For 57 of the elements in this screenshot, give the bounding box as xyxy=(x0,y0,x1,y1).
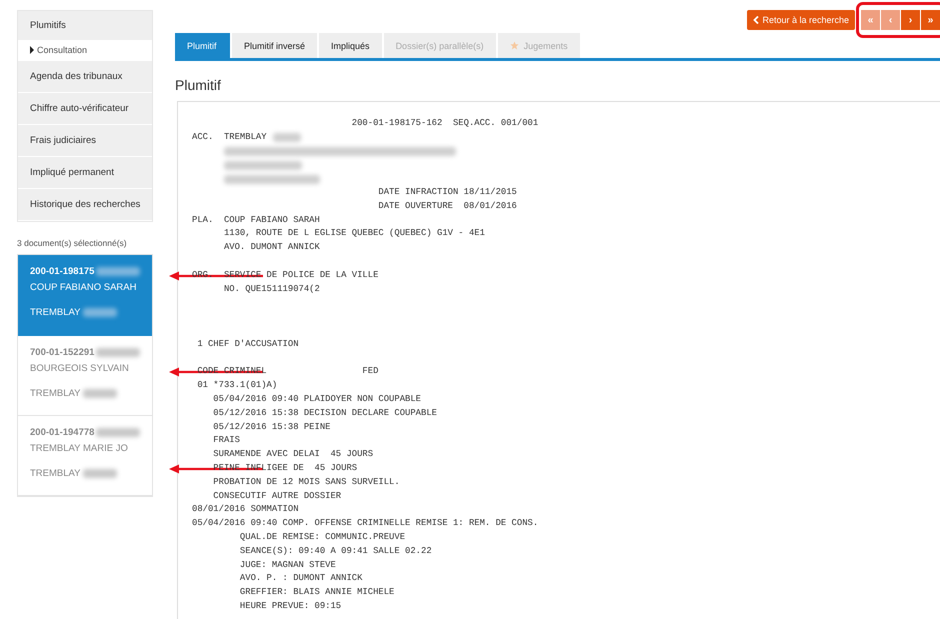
document-number: 700-01-152291 xyxy=(30,346,94,358)
record-line: FRAIS xyxy=(212,434,240,448)
record-line: SURAMENDE AVEC DELAI 45 JOURS xyxy=(212,448,374,462)
tab[interactable]: Plumitif xyxy=(175,33,230,58)
tab[interactable]: Impliqués xyxy=(319,33,382,58)
redacted-text-blur xyxy=(96,428,140,436)
sidebar-item[interactable]: Impliqué permanent xyxy=(18,157,152,189)
record-line: 05/12/2016 15:38 DECISION DECLARE COUPABLE xyxy=(212,406,437,420)
redacted-text-blur xyxy=(96,348,140,356)
record-line: PROBATION DE 12 MOIS SANS SURVEILL. xyxy=(212,476,400,489)
plaintiff-name: TREMBLAY MARIE JO xyxy=(30,442,128,454)
caret-icon xyxy=(30,46,34,54)
record-line: DATE INFRACTION 18/11/2015 xyxy=(377,186,517,199)
record-line: 05/04/2016 09:40 PLAIDOYER NON COUPABLE xyxy=(212,392,422,406)
sidebar-item[interactable]: Chiffre auto-vérificateur xyxy=(18,93,152,125)
record-line: GREFFIER: BLAIS ANNIE MICHELE xyxy=(238,586,394,600)
selection-count: 3 document(s) sélectionné(s) xyxy=(17,238,128,248)
document-number: 200-01-198175 xyxy=(30,266,94,276)
chevron-left-icon xyxy=(753,16,760,24)
sidebar-item[interactable]: Agenda des tribunaux xyxy=(18,61,152,93)
back-to-search-button[interactable]: Retour à la recherche xyxy=(747,10,855,30)
record-line: 08/01/2016 SOMMATION xyxy=(192,503,299,516)
record-line: QUAL.DE REMISE: COMMUNIC.PREUVE xyxy=(238,530,406,544)
sidebar-item[interactable]: Consultation xyxy=(18,41,152,61)
tab[interactable]: Plumitif inversé xyxy=(232,33,318,58)
record-line: AVO. P. : DUMONT ANNICK xyxy=(238,572,362,586)
accused-name: TREMBLAY xyxy=(30,388,81,398)
record-line: 05/04/2016 09:40 COMP. OFFENSE CRIMINELLE REMISE 1: REM. DE CONS. xyxy=(192,517,538,530)
plaintiff-name: BOURGEOIS SYLVAIN xyxy=(30,362,129,374)
pager-button[interactable]: › xyxy=(901,10,920,30)
record-line: 200-01-198175-162 SEQ.ACC. 001/001 xyxy=(350,117,538,130)
document-card[interactable]: 200-01-198175 COUP FABIANO SARAH TREMBLAY xyxy=(18,255,152,336)
sidebar-item[interactable]: Historique des recherches xyxy=(18,189,152,221)
redacted-text-blur xyxy=(82,468,117,478)
record-line: 05/12/2016 15:38 PEINE xyxy=(212,420,330,434)
redacted-text-blur xyxy=(96,266,140,276)
record-line: ACC. TREMBLAY xyxy=(192,130,267,144)
redacted-text-blur xyxy=(82,388,117,398)
record-line: CONSECUTIF AUTRE DOSSIER xyxy=(212,490,342,503)
record-line: 1 CHEF D'ACCUSATION xyxy=(196,338,299,351)
plaintiff-name: COUP FABIANO SARAH xyxy=(30,282,136,292)
document-number: 200-01-194778 xyxy=(30,426,94,438)
record-line: 01 *733.1(01)A) xyxy=(196,379,278,392)
section-heading: Plumitif xyxy=(175,77,222,93)
record-line: HEURE PREVUE: 09:15 xyxy=(238,600,342,613)
record-line: JUGE: MAGNAN STEVE xyxy=(238,558,336,572)
record-line: DATE OUVERTURE 08/01/2016 xyxy=(377,200,517,213)
redacted-text-blur xyxy=(82,308,117,316)
record-line: PLA. COUP FABIANO SARAH xyxy=(192,214,320,227)
accused-name: TREMBLAY xyxy=(30,468,81,478)
sidebar-item[interactable]: Frais judiciaires xyxy=(18,125,152,157)
record-line: SEANCE(S): 09:40 A 09:41 SALLE 02.22 xyxy=(238,544,432,558)
record-line: NO. QUE151119074(2 xyxy=(222,282,320,296)
pager-button[interactable]: » xyxy=(921,10,940,30)
record-line: 1130, ROUTE DE L EGLISE QUEBEC (QUEBEC) G1V - 4E1 xyxy=(222,227,485,240)
accused-name: TREMBLAY xyxy=(30,306,81,318)
record-line: AVO. DUMONT ANNICK xyxy=(222,241,320,254)
